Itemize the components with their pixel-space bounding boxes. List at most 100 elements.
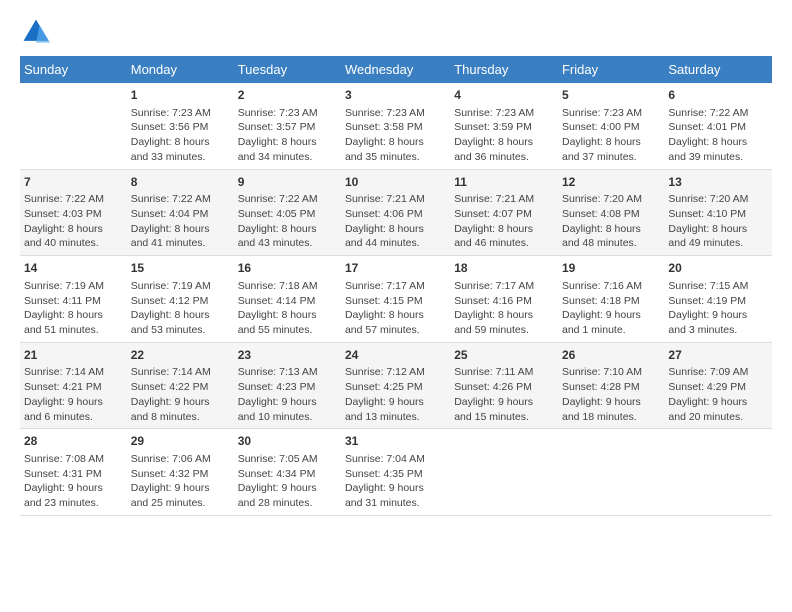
day-number: 19 <box>562 260 660 277</box>
calendar-cell: 23Sunrise: 7:13 AMSunset: 4:23 PMDayligh… <box>234 342 341 429</box>
cell-content: Sunrise: 7:23 AMSunset: 3:59 PMDaylight:… <box>454 106 554 165</box>
calendar-cell: 9Sunrise: 7:22 AMSunset: 4:05 PMDaylight… <box>234 169 341 256</box>
cell-content: Sunrise: 7:23 AMSunset: 3:57 PMDaylight:… <box>238 106 337 165</box>
calendar-cell: 10Sunrise: 7:21 AMSunset: 4:06 PMDayligh… <box>341 169 450 256</box>
day-number: 8 <box>131 174 230 191</box>
cell-content: Sunrise: 7:23 AMSunset: 4:00 PMDaylight:… <box>562 106 660 165</box>
day-number: 17 <box>345 260 446 277</box>
cell-content: Sunrise: 7:18 AMSunset: 4:14 PMDaylight:… <box>238 279 337 338</box>
day-number: 5 <box>562 87 660 104</box>
cell-content: Sunrise: 7:09 AMSunset: 4:29 PMDaylight:… <box>668 365 768 424</box>
day-number: 20 <box>668 260 768 277</box>
logo-icon <box>20 16 52 48</box>
day-number: 30 <box>238 433 337 450</box>
cell-content: Sunrise: 7:22 AMSunset: 4:01 PMDaylight:… <box>668 106 768 165</box>
calendar-body: 1Sunrise: 7:23 AMSunset: 3:56 PMDaylight… <box>20 83 772 515</box>
cell-content: Sunrise: 7:11 AMSunset: 4:26 PMDaylight:… <box>454 365 554 424</box>
cell-content: Sunrise: 7:22 AMSunset: 4:04 PMDaylight:… <box>131 192 230 251</box>
day-number: 29 <box>131 433 230 450</box>
week-row-2: 7Sunrise: 7:22 AMSunset: 4:03 PMDaylight… <box>20 169 772 256</box>
cell-content: Sunrise: 7:06 AMSunset: 4:32 PMDaylight:… <box>131 452 230 511</box>
cell-content: Sunrise: 7:12 AMSunset: 4:25 PMDaylight:… <box>345 365 446 424</box>
calendar-cell: 26Sunrise: 7:10 AMSunset: 4:28 PMDayligh… <box>558 342 664 429</box>
cell-content: Sunrise: 7:19 AMSunset: 4:12 PMDaylight:… <box>131 279 230 338</box>
cell-content: Sunrise: 7:14 AMSunset: 4:21 PMDaylight:… <box>24 365 123 424</box>
header-saturday: Saturday <box>664 56 772 83</box>
calendar-cell <box>450 429 558 516</box>
calendar-cell: 17Sunrise: 7:17 AMSunset: 4:15 PMDayligh… <box>341 256 450 343</box>
day-number: 6 <box>668 87 768 104</box>
cell-content: Sunrise: 7:22 AMSunset: 4:03 PMDaylight:… <box>24 192 123 251</box>
calendar-cell: 18 Sunrise: 7:17 AMSunset: 4:16 PMDayligh… <box>450 256 558 343</box>
day-number: 27 <box>668 347 768 364</box>
page-container: Sunday Monday Tuesday Wednesday Thursday… <box>0 0 792 526</box>
day-number: 13 <box>668 174 768 191</box>
day-number: 26 <box>562 347 660 364</box>
day-number: 25 <box>454 347 554 364</box>
cell-content: Sunrise: 7:20 AMSunset: 4:10 PMDaylight:… <box>668 192 768 251</box>
header-wednesday: Wednesday <box>341 56 450 83</box>
calendar-cell: 21Sunrise: 7:14 AMSunset: 4:21 PMDayligh… <box>20 342 127 429</box>
header <box>20 16 772 48</box>
day-number: 16 <box>238 260 337 277</box>
day-number: 18 <box>454 260 554 277</box>
day-number: 28 <box>24 433 123 450</box>
logo <box>20 16 56 48</box>
header-monday: Monday <box>127 56 234 83</box>
calendar-table: Sunday Monday Tuesday Wednesday Thursday… <box>20 56 772 516</box>
calendar-cell: 25Sunrise: 7:11 AMSunset: 4:26 PMDayligh… <box>450 342 558 429</box>
cell-content: Sunrise: 7:21 AMSunset: 4:06 PMDaylight:… <box>345 192 446 251</box>
calendar-cell: 16 Sunrise: 7:18 AMSunset: 4:14 PMDayligh… <box>234 256 341 343</box>
calendar-cell: 24Sunrise: 7:12 AMSunset: 4:25 PMDayligh… <box>341 342 450 429</box>
cell-content: Sunrise: 7:23 AMSunset: 3:58 PMDaylight:… <box>345 106 446 165</box>
day-number: 12 <box>562 174 660 191</box>
week-row-1: 1Sunrise: 7:23 AMSunset: 3:56 PMDaylight… <box>20 83 772 169</box>
day-number: 10 <box>345 174 446 191</box>
calendar-cell: 27Sunrise: 7:09 AMSunset: 4:29 PMDayligh… <box>664 342 772 429</box>
day-number: 31 <box>345 433 446 450</box>
calendar-cell: 5 Sunrise: 7:23 AMSunset: 4:00 PMDaylight… <box>558 83 664 169</box>
cell-content: Sunrise: 7:16 AMSunset: 4:18 PMDaylight:… <box>562 279 660 338</box>
week-row-3: 14 Sunrise: 7:19 AMSunset: 4:11 PMDayligh… <box>20 256 772 343</box>
cell-content: Sunrise: 7:08 AMSunset: 4:31 PMDaylight:… <box>24 452 123 511</box>
day-number: 23 <box>238 347 337 364</box>
header-friday: Friday <box>558 56 664 83</box>
calendar-cell: 19 Sunrise: 7:16 AMSunset: 4:18 PMDayligh… <box>558 256 664 343</box>
day-number: 4 <box>454 87 554 104</box>
cell-content: Sunrise: 7:05 AMSunset: 4:34 PMDaylight:… <box>238 452 337 511</box>
day-number: 11 <box>454 174 554 191</box>
calendar-cell: 8Sunrise: 7:22 AMSunset: 4:04 PMDaylight… <box>127 169 234 256</box>
cell-content: Sunrise: 7:14 AMSunset: 4:22 PMDaylight:… <box>131 365 230 424</box>
calendar-cell <box>664 429 772 516</box>
calendar-cell <box>20 83 127 169</box>
day-number: 9 <box>238 174 337 191</box>
cell-content: Sunrise: 7:20 AMSunset: 4:08 PMDaylight:… <box>562 192 660 251</box>
cell-content: Sunrise: 7:17 AMSunset: 4:16 PMDaylight:… <box>454 279 554 338</box>
header-thursday: Thursday <box>450 56 558 83</box>
calendar-cell: 30 Sunrise: 7:05 AMSunset: 4:34 PMDayligh… <box>234 429 341 516</box>
week-row-5: 28 Sunrise: 7:08 AMSunset: 4:31 PMDayligh… <box>20 429 772 516</box>
calendar-cell: 2Sunrise: 7:23 AMSunset: 3:57 PMDaylight… <box>234 83 341 169</box>
day-number: 14 <box>24 260 123 277</box>
cell-content: Sunrise: 7:10 AMSunset: 4:28 PMDaylight:… <box>562 365 660 424</box>
calendar-cell: 11Sunrise: 7:21 AMSunset: 4:07 PMDayligh… <box>450 169 558 256</box>
calendar-cell: 14 Sunrise: 7:19 AMSunset: 4:11 PMDayligh… <box>20 256 127 343</box>
calendar-cell: 20 Sunrise: 7:15 AMSunset: 4:19 PMDayligh… <box>664 256 772 343</box>
calendar-cell: 28 Sunrise: 7:08 AMSunset: 4:31 PMDayligh… <box>20 429 127 516</box>
calendar-cell: 15Sunrise: 7:19 AMSunset: 4:12 PMDayligh… <box>127 256 234 343</box>
week-row-4: 21Sunrise: 7:14 AMSunset: 4:21 PMDayligh… <box>20 342 772 429</box>
cell-content: Sunrise: 7:04 AMSunset: 4:35 PMDaylight:… <box>345 452 446 511</box>
cell-content: Sunrise: 7:21 AMSunset: 4:07 PMDaylight:… <box>454 192 554 251</box>
calendar-cell: 4 Sunrise: 7:23 AMSunset: 3:59 PMDaylight… <box>450 83 558 169</box>
day-number: 7 <box>24 174 123 191</box>
cell-content: Sunrise: 7:22 AMSunset: 4:05 PMDaylight:… <box>238 192 337 251</box>
calendar-cell: 22Sunrise: 7:14 AMSunset: 4:22 PMDayligh… <box>127 342 234 429</box>
cell-content: Sunrise: 7:15 AMSunset: 4:19 PMDaylight:… <box>668 279 768 338</box>
calendar-cell: 6 Sunrise: 7:22 AMSunset: 4:01 PMDaylight… <box>664 83 772 169</box>
day-number: 24 <box>345 347 446 364</box>
calendar-cell <box>558 429 664 516</box>
cell-content: Sunrise: 7:23 AMSunset: 3:56 PMDaylight:… <box>131 106 230 165</box>
day-number: 22 <box>131 347 230 364</box>
calendar-cell: 3Sunrise: 7:23 AMSunset: 3:58 PMDaylight… <box>341 83 450 169</box>
cell-content: Sunrise: 7:19 AMSunset: 4:11 PMDaylight:… <box>24 279 123 338</box>
